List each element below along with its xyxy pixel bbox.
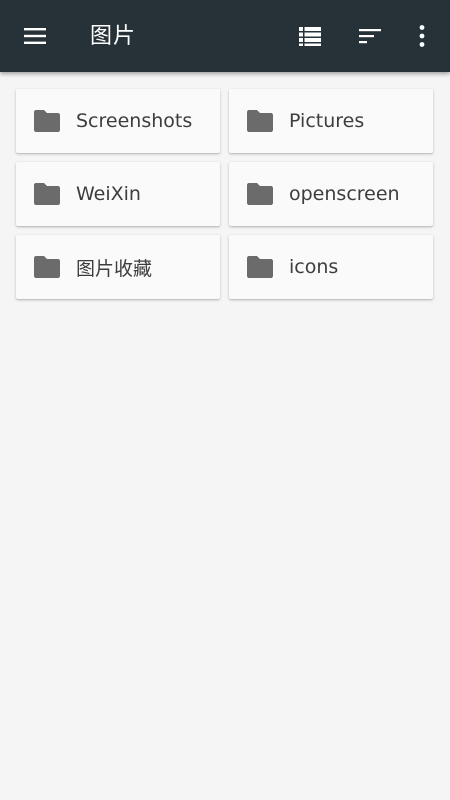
folder-item[interactable]: icons <box>229 235 433 299</box>
folder-icon <box>247 183 273 205</box>
sort-button[interactable] <box>346 12 394 60</box>
view-mode-button[interactable] <box>286 12 334 60</box>
folder-name: openscreen <box>289 183 400 205</box>
folder-icon <box>34 110 60 132</box>
folder-icon <box>247 110 273 132</box>
folder-item[interactable]: Pictures <box>229 89 433 153</box>
folder-icon <box>247 256 273 278</box>
more-vert-icon <box>410 24 434 48</box>
folder-icon <box>34 183 60 205</box>
list-view-icon <box>298 24 322 48</box>
more-options-button[interactable] <box>398 12 446 60</box>
folder-name: 图片收藏 <box>76 257 153 280</box>
folder-name: Pictures <box>289 110 365 132</box>
folder-grid: Screenshots Pictures WeiXin openscreen 图… <box>16 89 434 299</box>
folder-item[interactable]: openscreen <box>229 162 433 226</box>
folder-name: Screenshots <box>76 110 193 132</box>
folder-item[interactable]: Screenshots <box>16 89 220 153</box>
menu-button[interactable] <box>11 12 59 60</box>
page-title: 图片 <box>90 24 137 49</box>
folder-icon <box>34 256 60 278</box>
sort-icon <box>358 24 382 48</box>
folder-name: WeiXin <box>76 183 141 205</box>
folder-item[interactable]: WeiXin <box>16 162 220 226</box>
app-toolbar: 图片 <box>0 0 450 72</box>
folder-name: icons <box>289 256 339 278</box>
menu-icon <box>23 24 47 48</box>
folder-item[interactable]: 图片收藏 <box>16 235 220 299</box>
